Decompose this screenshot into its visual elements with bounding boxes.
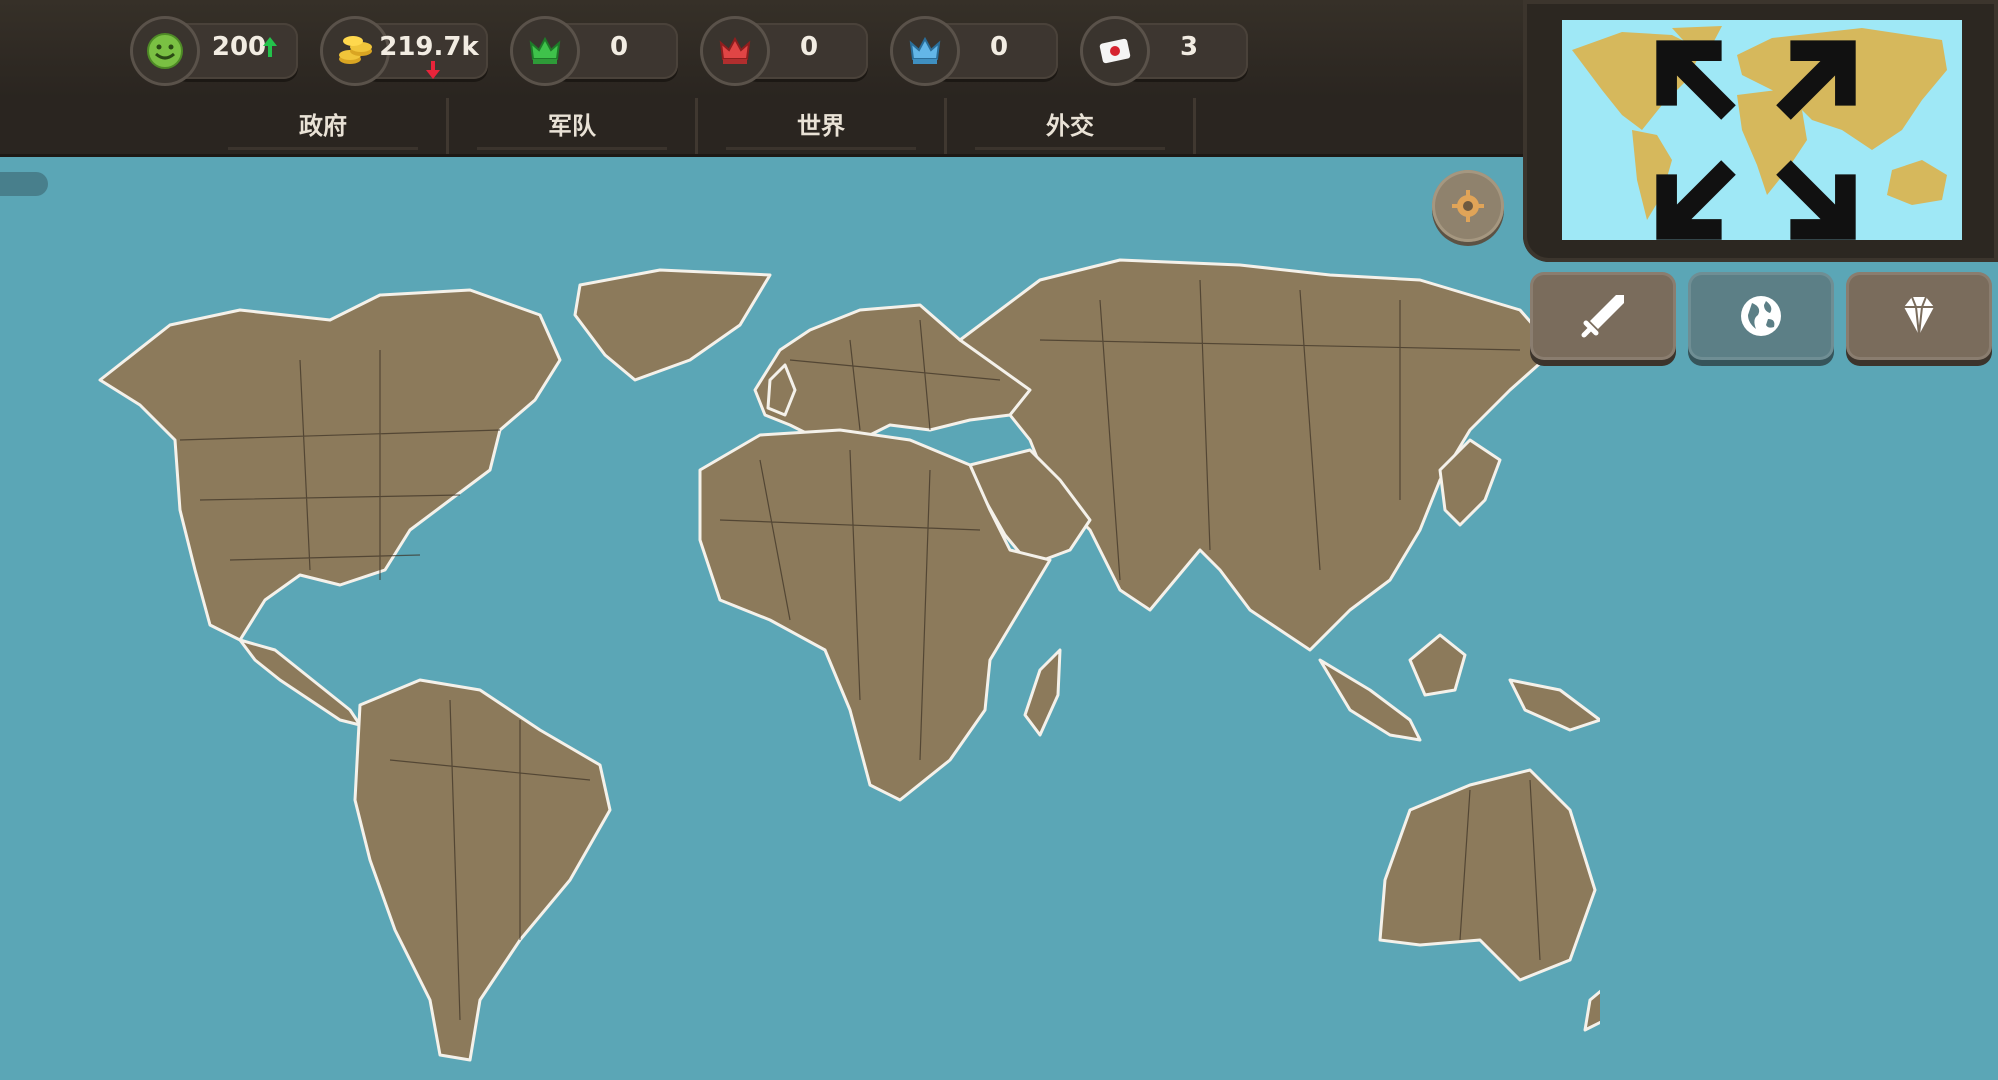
tab-military[interactable]: 军队 — [449, 98, 698, 154]
smiley-icon — [133, 19, 197, 83]
diamond-icon — [1904, 296, 1934, 336]
gear-icon — [1452, 190, 1484, 222]
side-drawer-handle[interactable] — [0, 172, 48, 196]
tab-world[interactable]: 世界 — [698, 98, 947, 154]
trend-up-icon — [263, 37, 277, 57]
happiness-resource[interactable]: 200 — [133, 19, 308, 83]
trend-down-icon — [426, 61, 440, 79]
green-crown-resource[interactable]: 0 — [513, 19, 688, 83]
borneo — [1408, 633, 1467, 697]
south-america — [353, 678, 612, 1062]
greenland — [573, 268, 772, 382]
world-map[interactable] — [0, 240, 1600, 1080]
red-crown-icon — [703, 19, 767, 83]
fullscreen-icon[interactable] — [1562, 30, 1956, 240]
blue-crown-icon — [893, 19, 957, 83]
war-button[interactable] — [1530, 272, 1676, 360]
australia — [1378, 768, 1597, 982]
red-crown-resource[interactable]: 0 — [703, 19, 878, 83]
madagascar — [1023, 648, 1062, 737]
indonesia-west — [1318, 658, 1422, 742]
main-tabs: 政府 军队 世界 外交 — [0, 98, 1535, 157]
north-america — [98, 288, 562, 642]
new-guinea — [1508, 678, 1600, 732]
settings-button[interactable] — [1432, 170, 1504, 242]
sword-icon — [1581, 295, 1624, 338]
central-america — [238, 638, 362, 727]
globe-icon — [1741, 296, 1781, 336]
blue-crown-value: 0 — [989, 32, 1009, 62]
resource-bar: 200 219.7k 0 0 0 3 — [0, 0, 1535, 102]
flag-value: 3 — [1179, 32, 1199, 62]
green-crown-value: 0 — [609, 32, 629, 62]
premium-button[interactable] — [1846, 272, 1992, 360]
flag-icon — [1083, 19, 1147, 83]
tab-diplomacy[interactable]: 外交 — [947, 98, 1196, 154]
world-button[interactable] — [1688, 272, 1834, 360]
flag-resource[interactable]: 3 — [1083, 19, 1258, 83]
green-crown-icon — [513, 19, 577, 83]
gold-coins-icon — [323, 19, 387, 83]
new-zealand — [1583, 989, 1600, 1032]
tab-government[interactable]: 政府 — [200, 98, 449, 154]
red-crown-value: 0 — [799, 32, 819, 62]
blue-crown-resource[interactable]: 0 — [893, 19, 1068, 83]
minimap[interactable] — [1562, 20, 1962, 240]
money-resource[interactable]: 219.7k — [323, 19, 498, 83]
